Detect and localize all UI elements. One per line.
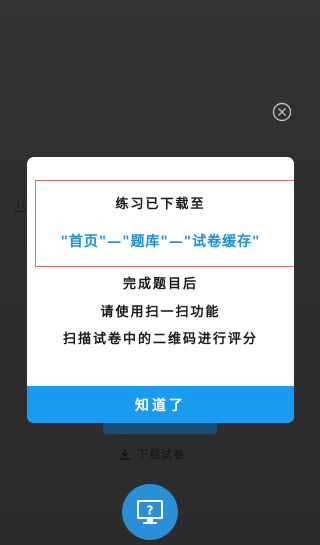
help-fab-button[interactable]: ?	[122, 484, 178, 540]
download-icon	[119, 448, 131, 460]
got-it-button[interactable]: 知道了	[27, 386, 294, 423]
download-exam-label: 下载试卷	[137, 448, 185, 461]
close-icon[interactable]	[272, 102, 292, 122]
dialog-line-downloaded: 练习已下载至	[115, 197, 206, 212]
download-exam-link: 下载试卷	[119, 446, 185, 462]
dialog-line-use-scan: 请使用扫一扫功能	[100, 305, 221, 320]
download-success-dialog: 练习已下载至 "首页"—"题库"—"试卷缓存" 完成题目后 请使用扫一扫功能 扫…	[27, 157, 294, 423]
svg-text:?: ?	[147, 504, 154, 518]
background-left-mark: 丛	[14, 200, 28, 215]
dialog-line-scan-qr: 扫描试卷中的二维码进行评分	[62, 332, 258, 347]
help-monitor-icon: ?	[134, 496, 166, 528]
dialog-line-after-finish: 完成题目后	[122, 277, 198, 292]
dialog-path-text: "首页"—"题库"—"试卷缓存"	[60, 234, 261, 250]
